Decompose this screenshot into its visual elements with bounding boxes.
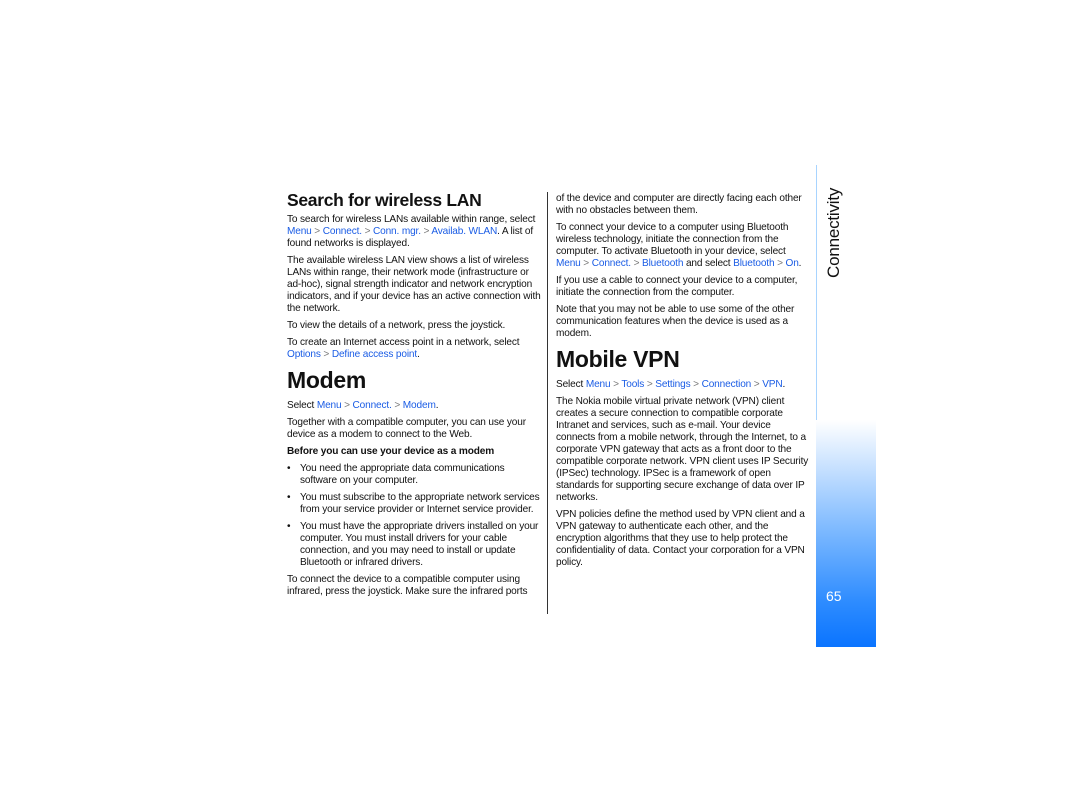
modem-paragraph-2: To connect the device to a compatible co… bbox=[287, 574, 528, 597]
modem-paragraph-1: Together with a compatible computer, you… bbox=[287, 417, 526, 440]
list-item: • You must have the appropriate drivers i… bbox=[287, 521, 539, 568]
modem-subheading: Before you can use your device as a mode… bbox=[287, 446, 495, 457]
list-item: • You must subscribe to the appropriate n… bbox=[287, 492, 540, 515]
vpn-select-path: Select Menu > Tools > Settings > Connect… bbox=[556, 379, 786, 390]
menu-path-link[interactable]: Menu bbox=[556, 258, 581, 269]
menu-path-link[interactable]: On bbox=[786, 258, 799, 269]
search-wlan-paragraph-2: The available wireless LAN view shows a … bbox=[287, 255, 541, 314]
menu-path-link[interactable]: Conn. mgr. bbox=[373, 226, 421, 237]
menu-path-link[interactable]: Connect. bbox=[592, 258, 631, 269]
menu-path-link[interactable]: Menu bbox=[317, 400, 342, 411]
menu-path-link[interactable]: Tools bbox=[621, 379, 644, 390]
menu-path-link[interactable]: Connection bbox=[702, 379, 752, 390]
menu-path-link[interactable]: Bluetooth bbox=[642, 258, 683, 269]
bullet-icon: • bbox=[287, 463, 291, 474]
menu-path-link[interactable]: Availab. WLAN bbox=[431, 226, 497, 237]
page-number: 65 bbox=[826, 588, 842, 604]
menu-path-link[interactable]: Settings bbox=[655, 379, 690, 390]
section-tab-bar bbox=[816, 420, 876, 647]
menu-path-link[interactable]: Menu bbox=[586, 379, 611, 390]
section-tab-label: Connectivity bbox=[824, 187, 843, 278]
menu-path-link[interactable]: VPN bbox=[762, 379, 782, 390]
column-divider bbox=[547, 192, 548, 614]
menu-path-link[interactable]: Modem bbox=[403, 400, 436, 411]
section-title-modem: Modem bbox=[287, 367, 367, 393]
vpn-paragraph-2: VPN policies define the method used by V… bbox=[556, 509, 805, 568]
section-title-search-wlan: Search for wireless LAN bbox=[287, 190, 482, 210]
search-wlan-paragraph-1: To search for wireless LANs available wi… bbox=[287, 214, 536, 249]
vpn-paragraph-1: The Nokia mobile virtual private network… bbox=[556, 396, 809, 503]
modem-paragraph-4: If you use a cable to connect your devic… bbox=[556, 275, 798, 298]
modem-paragraph-2-continued: of the device and computer are directly … bbox=[556, 193, 802, 216]
modem-requirements-list: • You need the appropriate data communica… bbox=[287, 463, 543, 569]
search-wlan-paragraph-3: To view the details of a network, press … bbox=[287, 320, 506, 331]
menu-path-link[interactable]: Connect. bbox=[353, 400, 392, 411]
menu-path-link[interactable]: Options bbox=[287, 349, 321, 360]
section-title-mobile-vpn: Mobile VPN bbox=[556, 346, 680, 372]
modem-paragraph-5: Note that you may not be able to use som… bbox=[556, 304, 795, 339]
section-tab-rule bbox=[816, 165, 817, 425]
menu-path-link[interactable]: Define access point bbox=[332, 349, 417, 360]
left-column: Search for wireless LAN To search for wi… bbox=[287, 190, 543, 603]
modem-select-path: Select Menu > Connect. > Modem. bbox=[287, 400, 439, 411]
search-wlan-paragraph-4: To create an Internet access point in a … bbox=[287, 337, 520, 360]
menu-path-link[interactable]: Connect. bbox=[323, 226, 362, 237]
modem-paragraph-3: To connect your device to a computer usi… bbox=[556, 222, 802, 269]
right-column: of the device and computer are directly … bbox=[556, 193, 812, 574]
bullet-icon: • bbox=[287, 492, 291, 503]
menu-path-link[interactable]: Menu bbox=[287, 226, 312, 237]
list-item: • You need the appropriate data communica… bbox=[287, 463, 505, 486]
bullet-icon: • bbox=[287, 521, 291, 532]
menu-path-link[interactable]: Bluetooth bbox=[733, 258, 774, 269]
